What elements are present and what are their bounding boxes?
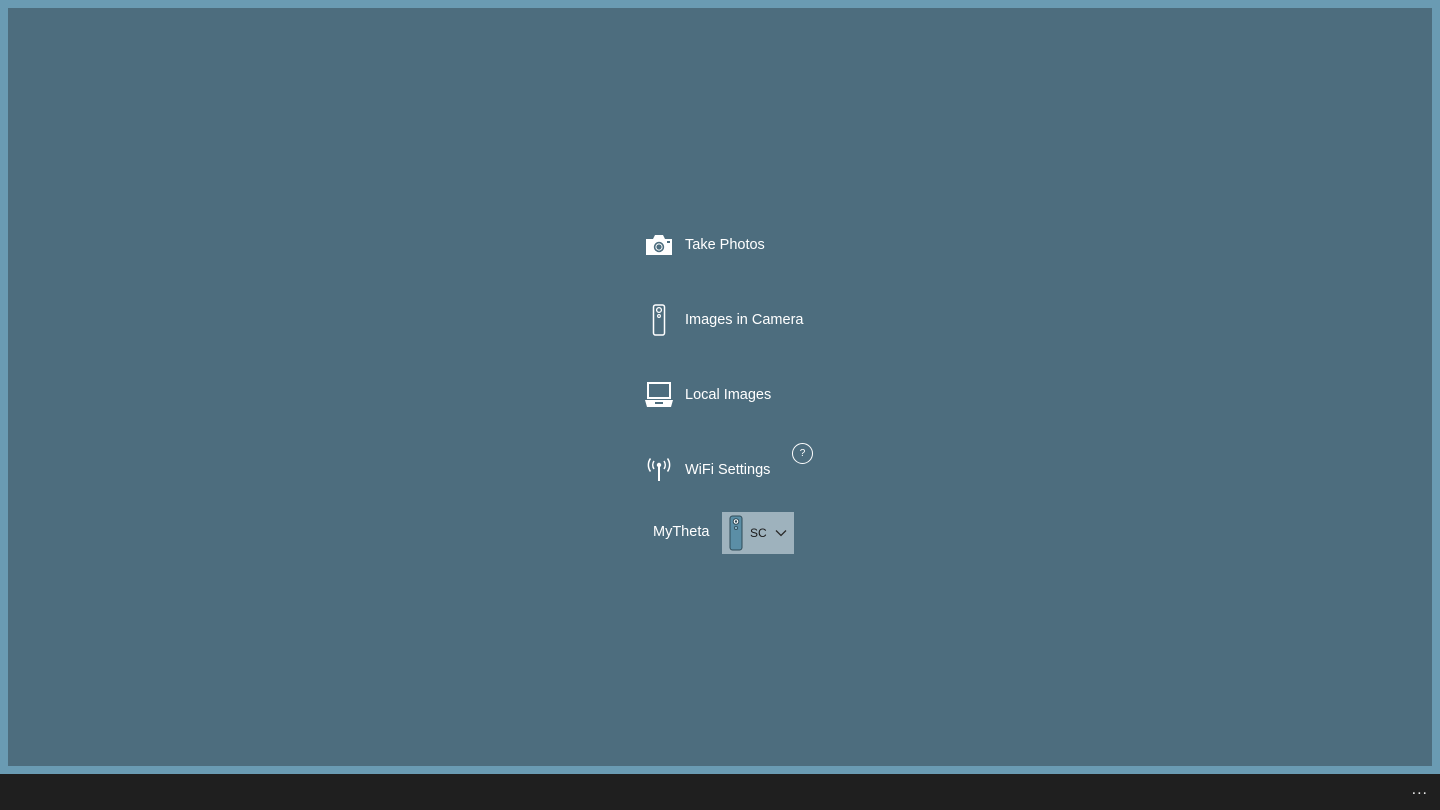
images-in-camera-button[interactable]: Images in Camera [642,300,803,340]
theta-camera-icon [642,303,676,337]
wifi-help-button[interactable]: ? [792,443,813,464]
take-photos-button[interactable]: Take Photos [642,225,765,265]
take-photos-label: Take Photos [685,237,765,253]
help-label: ? [799,448,806,459]
app-bar: ... [0,774,1440,810]
mytheta-label: MyTheta [653,524,710,540]
antenna-icon [642,453,676,487]
wifi-settings-label: WiFi Settings [685,462,771,478]
more-options-button[interactable]: ... [1412,782,1428,798]
local-images-label: Local Images [685,387,772,403]
selected-device-value: SC [750,526,767,540]
local-images-button[interactable]: Local Images [642,375,771,415]
chevron-down-icon [774,526,788,540]
images-in-camera-label: Images in Camera [685,312,804,328]
laptop-icon [642,378,676,412]
mytheta-device-select[interactable]: SC [722,512,794,554]
wifi-settings-button[interactable]: WiFi Settings [642,450,770,490]
theta-device-icon [728,515,744,551]
camera-icon [642,228,676,262]
